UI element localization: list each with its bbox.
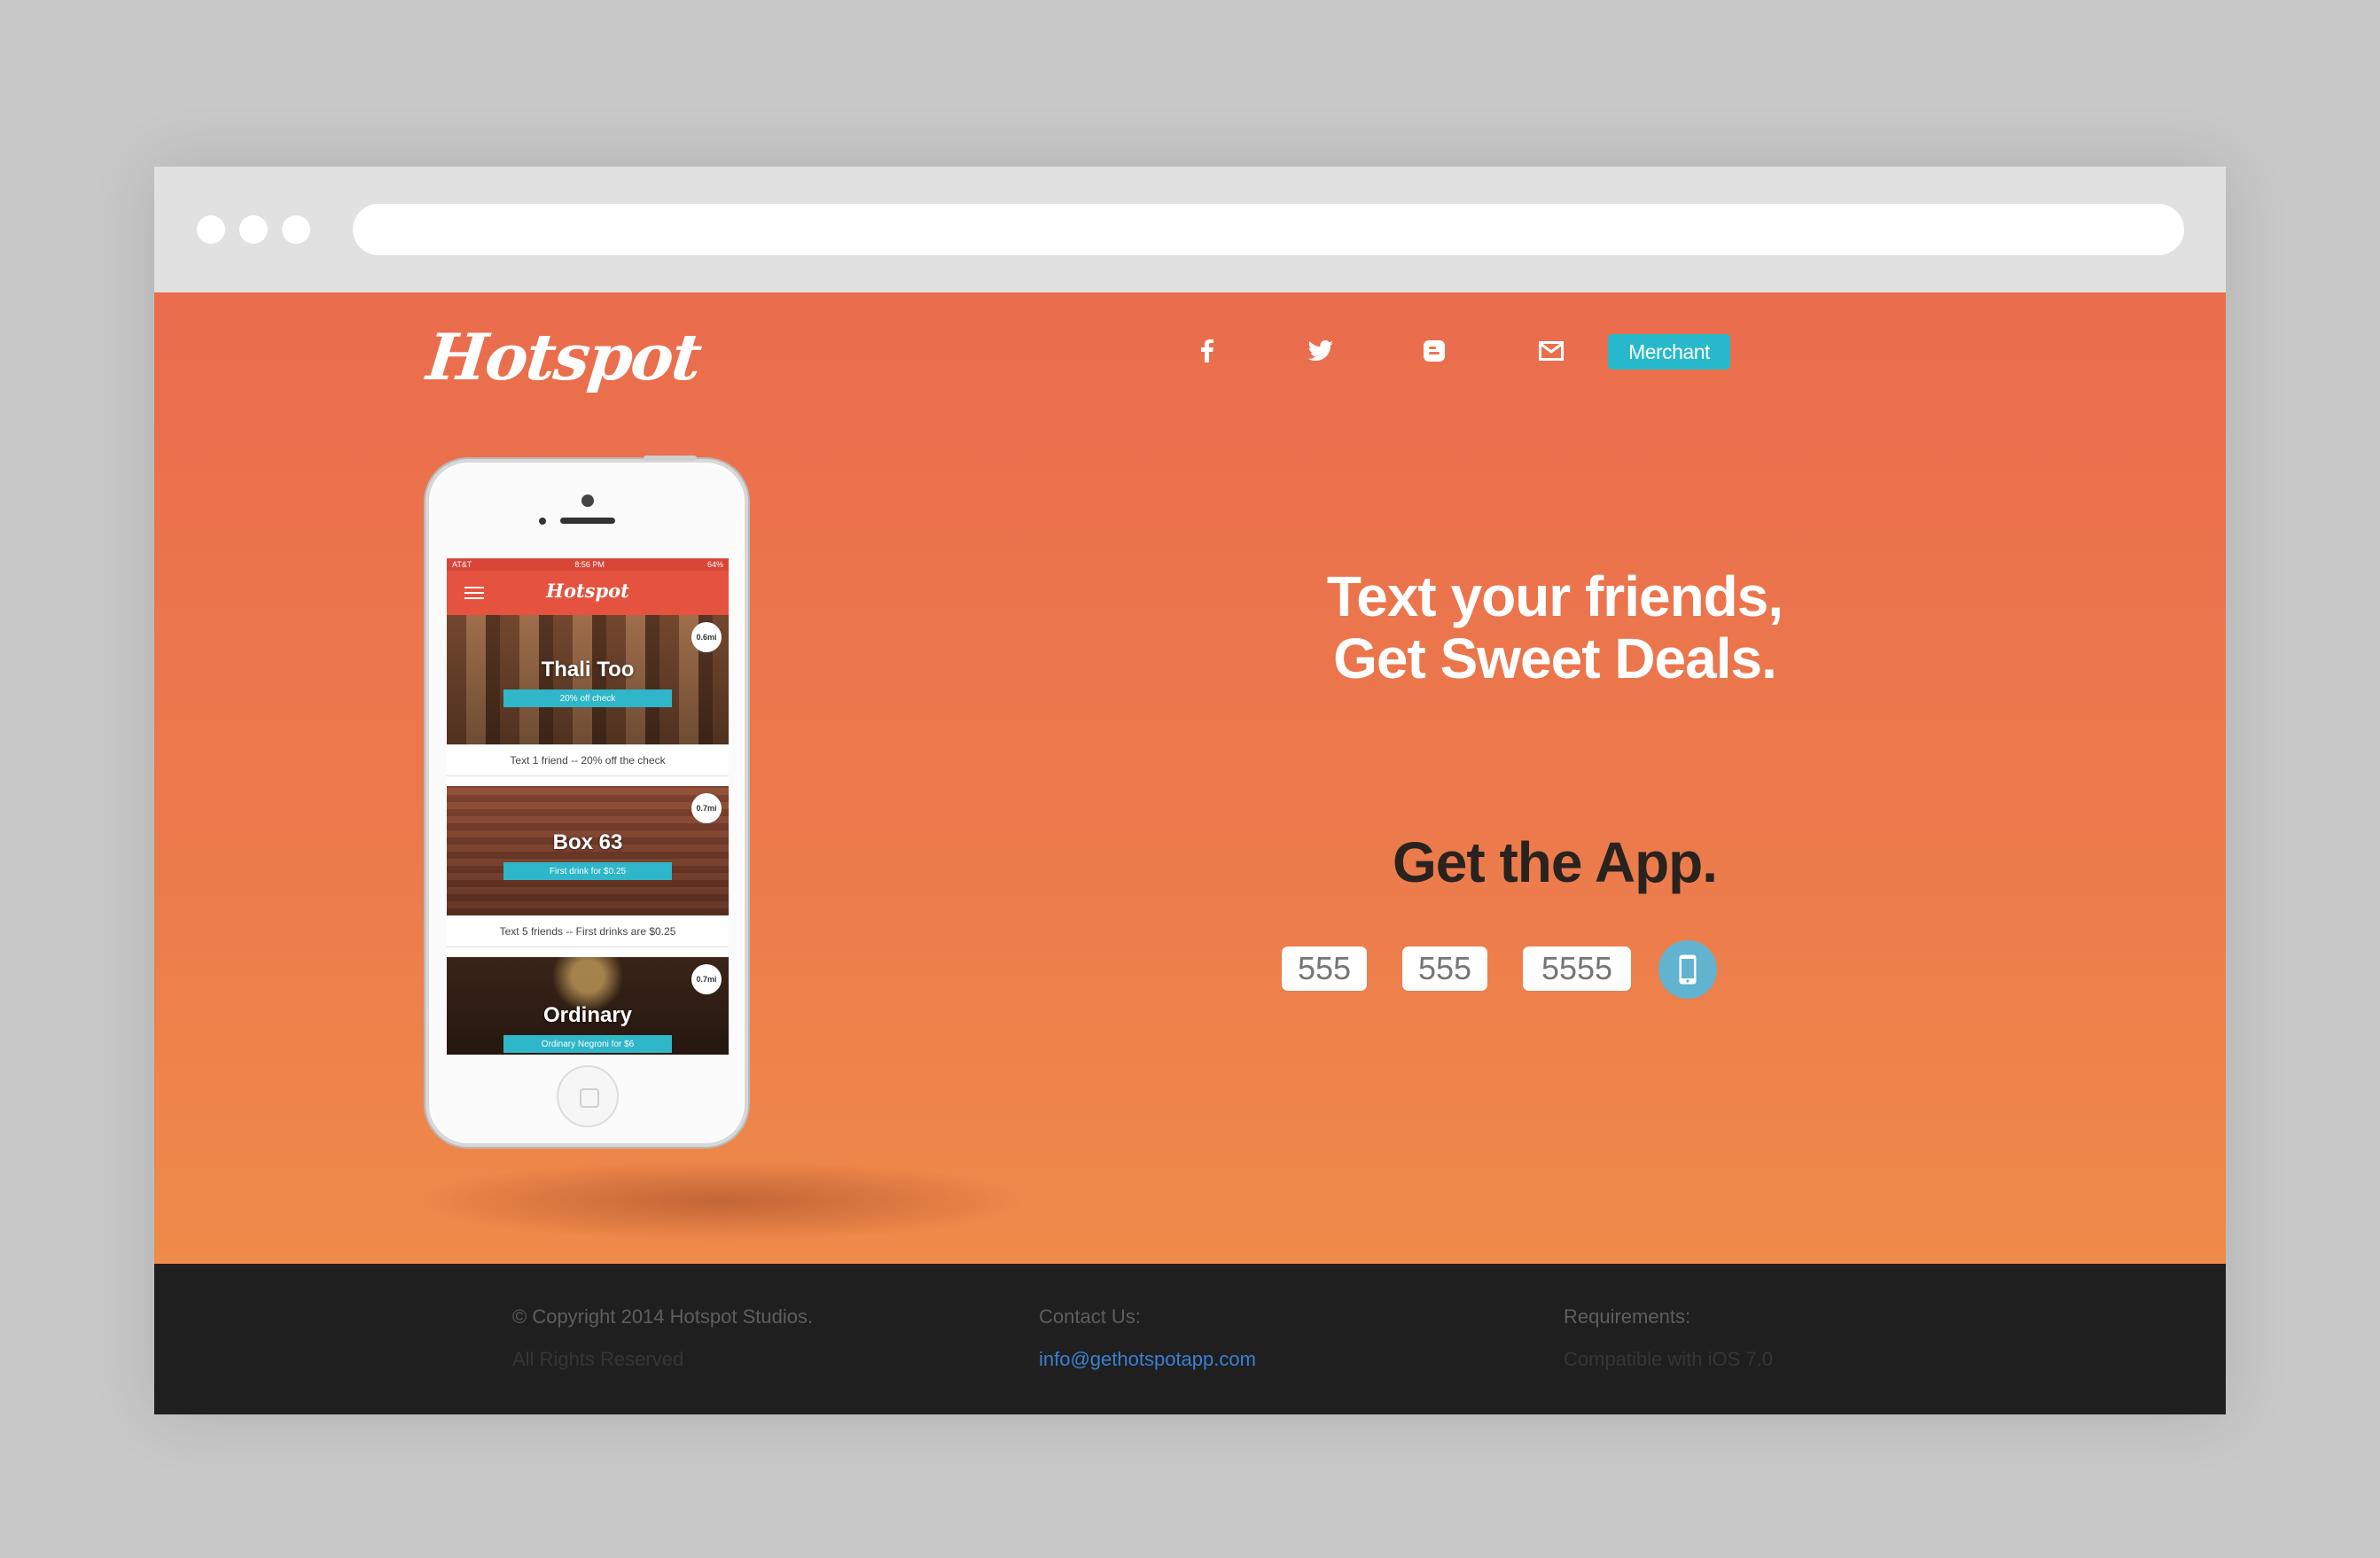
window-dot-close[interactable]	[197, 215, 225, 244]
iphone-mockup: AT&T 8:56 PM 64% Hotspot Thali Too 20% o…	[425, 456, 748, 1147]
phone-sensor	[539, 518, 546, 525]
blogger-icon[interactable]	[1416, 333, 1452, 369]
requirements-label: Requirements:	[1564, 1305, 1691, 1328]
deal-card[interactable]: Ordinary Ordinary Negroni for $6 0.7mi	[447, 957, 729, 1055]
deal-card[interactable]: Box 63 First drink for $0.25 0.7mi Text …	[447, 786, 729, 956]
phone-prefix-input[interactable]	[1402, 946, 1487, 991]
deal-card[interactable]: Thali Too 20% off check 0.6mi Text 1 fri…	[447, 615, 729, 785]
phone-home-button	[557, 1065, 619, 1127]
send-link-button[interactable]	[1658, 940, 1717, 999]
distance-badge: 0.7mi	[691, 793, 722, 823]
footer-contact-column: Contact Us: info@gethotspotapp.com	[1039, 1296, 1256, 1381]
deal-badge: 20% off check	[503, 689, 672, 707]
phone-status-bar: AT&T 8:56 PM 64%	[447, 558, 729, 571]
footer-copyright-column: © Copyright 2014 Hotspot Studios. All Ri…	[512, 1296, 813, 1381]
deal-badge: First drink for $0.25	[503, 862, 672, 880]
merchant-button[interactable]: Merchant	[1608, 334, 1730, 370]
page-footer: © Copyright 2014 Hotspot Studios. All Ri…	[154, 1264, 2226, 1414]
browser-window: Hotspot Merchant Text your friends, Get …	[154, 167, 2226, 1414]
phone-camera	[581, 495, 594, 507]
hero-headline: Text your friends, Get Sweet Deals.	[1200, 565, 1909, 689]
window-dot-maximize[interactable]	[282, 215, 310, 244]
twitter-icon[interactable]	[1303, 333, 1338, 369]
deal-caption: Text 1 friend -- 20% off the check	[447, 744, 729, 776]
restaurant-name: Ordinary	[542, 1003, 633, 1027]
restaurant-name: Box 63	[552, 830, 623, 854]
hotspot-logo[interactable]: Hotspot	[424, 319, 704, 394]
copyright-text: © Copyright 2014 Hotspot Studios.	[512, 1305, 814, 1328]
contact-email-link[interactable]: info@gethotspotapp.com	[1039, 1348, 1256, 1370]
phone-area-code-input[interactable]	[1282, 946, 1367, 991]
window-dot-minimize[interactable]	[239, 215, 268, 244]
rights-text: All Rights Reserved	[512, 1348, 684, 1370]
phone-screen: AT&T 8:56 PM 64% Hotspot Thali Too 20% o…	[447, 558, 729, 1055]
restaurant-name: Thali Too	[541, 658, 635, 682]
app-title: Hotspot	[546, 580, 629, 602]
requirements-text: Compatible with iOS 7.0	[1564, 1348, 1773, 1370]
app-header: Hotspot	[447, 571, 729, 615]
distance-badge: 0.6mi	[691, 622, 722, 652]
phone-icon	[1679, 954, 1697, 985]
phone-shadow	[420, 1161, 1023, 1241]
status-time: 8:56 PM	[574, 560, 605, 569]
facebook-icon[interactable]	[1190, 333, 1225, 369]
deal-badge: Ordinary Negroni for $6	[503, 1035, 672, 1053]
mail-icon[interactable]	[1533, 333, 1569, 369]
phone-speaker	[560, 518, 615, 524]
distance-badge: 0.7mi	[691, 964, 722, 994]
headline-line-1: Text your friends,	[1326, 565, 1783, 628]
phone-power-button	[644, 456, 697, 461]
browser-chrome	[154, 167, 2226, 292]
hero-section: Hotspot Merchant Text your friends, Get …	[154, 292, 2226, 1264]
deal-caption: Text 5 friends -- First drinks are $0.25	[447, 915, 729, 947]
address-bar[interactable]	[353, 204, 2184, 255]
battery-label: 64%	[706, 560, 723, 569]
phone-line-number-input[interactable]	[1523, 946, 1631, 991]
contact-label: Contact Us:	[1039, 1305, 1141, 1328]
carrier-label: AT&T	[452, 560, 472, 569]
get-app-title: Get the App.	[1392, 830, 1718, 894]
footer-requirements-column: Requirements: Compatible with iOS 7.0	[1564, 1296, 1773, 1381]
headline-line-2: Get Sweet Deals.	[1333, 627, 1777, 690]
